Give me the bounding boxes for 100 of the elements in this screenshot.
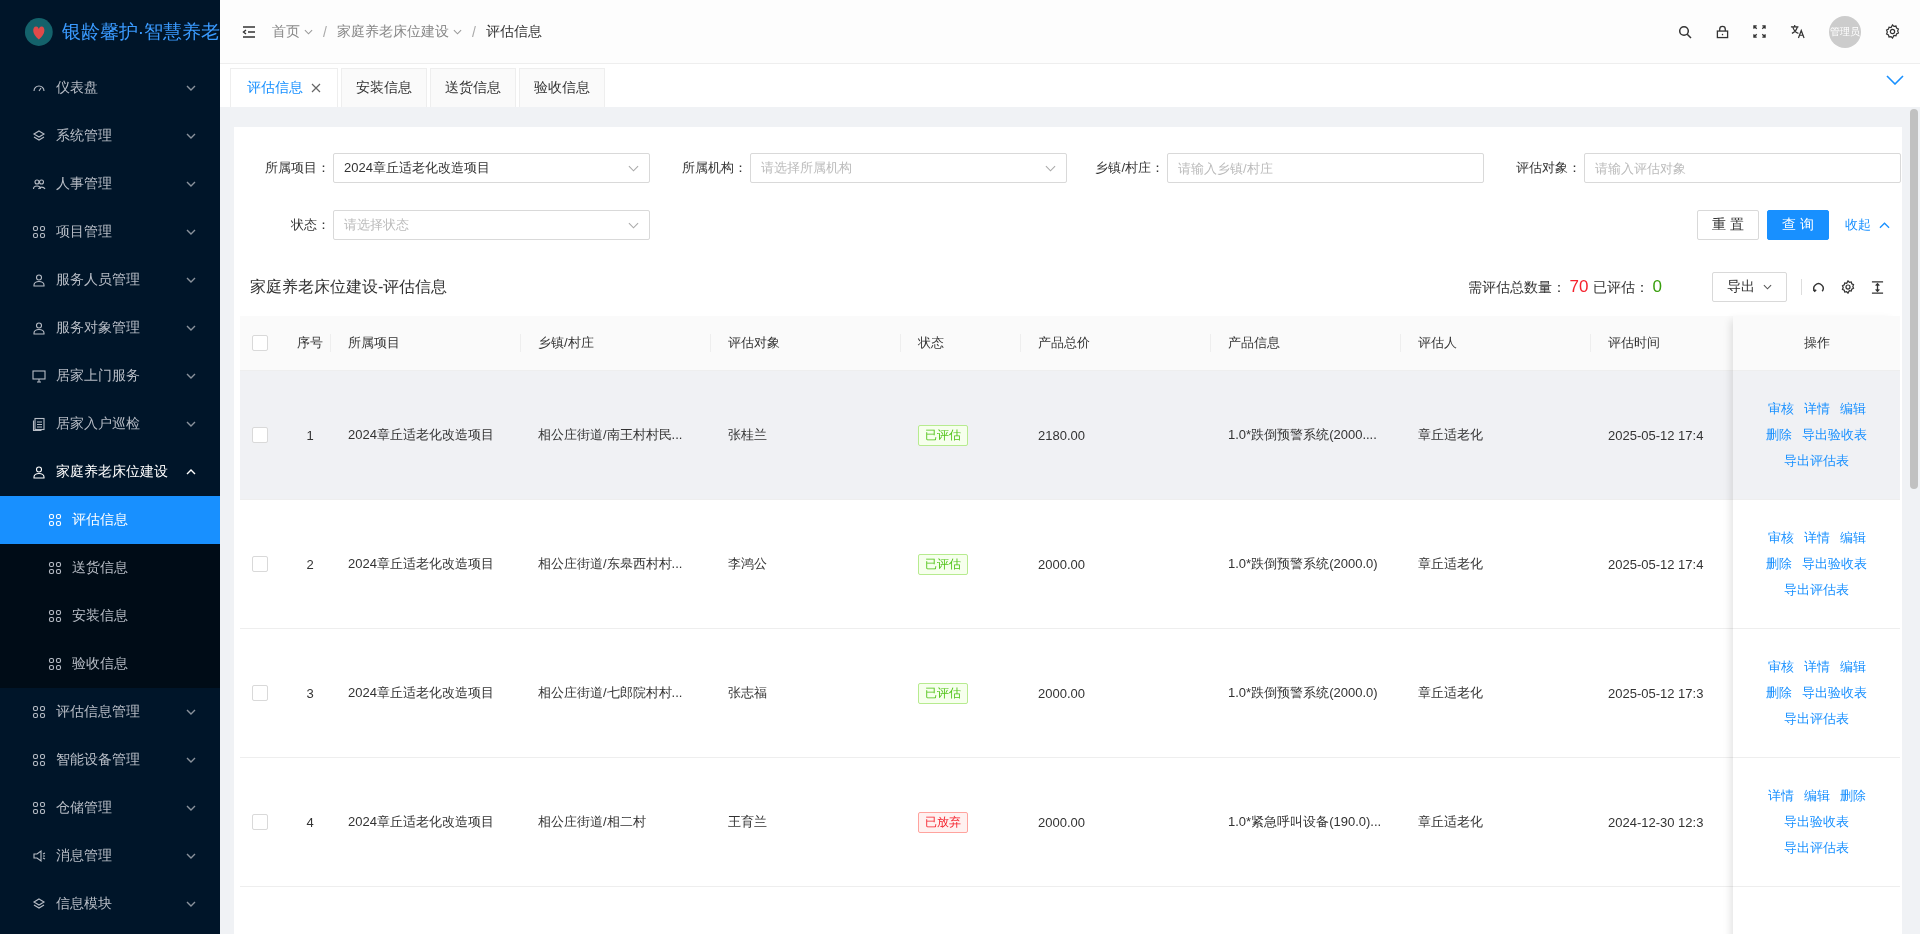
submenu-item[interactable]: 送货信息 [0, 544, 220, 592]
menu-item[interactable]: 消息管理 [0, 832, 220, 880]
action-link[interactable]: 审核 [1767, 400, 1794, 418]
table-cell: 章丘适老化 [1418, 555, 1483, 573]
table-cell: 2000.00 [1038, 814, 1085, 830]
table-cell: 3 [306, 685, 314, 701]
action-link[interactable]: 审核 [1767, 529, 1794, 547]
table-cell: 相公庄街道/七郎院村村... [538, 684, 683, 702]
table-row[interactable]: 1 2024章丘适老化改造项目 相公庄街道/南王村村民... 张桂兰 已评估 2180.00 1.0*跌倒预警系统(2000.... 章丘适老化 2025-05-12 17:4 [240, 371, 1733, 500]
action-link[interactable]: 导出验收表 [1784, 813, 1849, 831]
menu-item[interactable]: 服务人员管理 [0, 256, 220, 304]
breadcrumb-link[interactable]: 首页 [272, 22, 313, 41]
checkbox[interactable] [252, 814, 268, 830]
chevron-down-icon[interactable] [1886, 74, 1904, 85]
menu-item[interactable]: 信息模块 [0, 880, 220, 928]
column-header: 所属项目 [348, 334, 400, 352]
input-field[interactable]: 请输入评估对象 [1584, 153, 1901, 183]
scrollbar-thumb[interactable] [1910, 109, 1918, 489]
menu-item[interactable]: 服务对象管理 [0, 304, 220, 352]
settings-icon[interactable] [1885, 24, 1900, 39]
menu-item[interactable]: 仪表盘 [0, 64, 220, 112]
table-cell: 相公庄街道/南王村村民... [538, 426, 683, 444]
menu-item[interactable]: 居家入户巡检 [0, 400, 220, 448]
breadcrumb-link[interactable]: 家庭养老床位建设 [336, 22, 462, 41]
status-tag: 已评估 [918, 424, 968, 446]
select-field[interactable]: 2024章丘适老化改造项目 [333, 153, 650, 183]
grid-icon [48, 657, 62, 671]
table-cell: 章丘适老化 [1418, 813, 1483, 831]
menu-item[interactable]: 家庭养老床位建设 [0, 448, 220, 496]
chevron-up-icon[interactable] [1879, 221, 1890, 229]
action-link[interactable]: 导出验收表 [1802, 426, 1867, 444]
menu-item[interactable]: 智能设备管理 [0, 736, 220, 784]
action-link[interactable]: 删除 [1766, 555, 1792, 573]
submenu-item[interactable]: 安装信息 [0, 592, 220, 640]
action-link[interactable]: 删除 [1839, 787, 1866, 805]
stat-value: 70 [1569, 277, 1589, 297]
action-link[interactable]: 导出评估表 [1784, 581, 1849, 599]
page-tab[interactable]: 安装信息 [341, 68, 427, 107]
fullscreen-icon[interactable] [1753, 25, 1766, 38]
checkbox[interactable] [252, 427, 268, 443]
table-title: 家庭养老床位建设-评估信息 [250, 276, 448, 297]
status-tag: 已放弃 [918, 811, 968, 833]
chevron-icon [186, 709, 196, 715]
checkbox[interactable] [252, 556, 268, 572]
table-cell: 2180.00 [1038, 427, 1085, 443]
column-header: 状态 [918, 334, 944, 352]
collapse-link[interactable]: 收起 [1845, 216, 1871, 234]
export-button[interactable]: 导出 [1712, 272, 1787, 302]
action-link[interactable]: 编辑 [1839, 658, 1866, 676]
menu-item[interactable]: 居家上门服务 [0, 352, 220, 400]
reset-button[interactable]: 重 置 [1697, 210, 1760, 240]
caret-icon [628, 164, 639, 172]
menu-item[interactable]: 系统管理 [0, 112, 220, 160]
input-field[interactable]: 请输入乡镇/村庄 [1167, 153, 1484, 183]
action-link[interactable]: 导出验收表 [1802, 684, 1867, 702]
page-tab[interactable]: 验收信息 [519, 68, 605, 107]
column-header: 评估时间 [1608, 334, 1660, 352]
checkbox[interactable] [252, 335, 268, 351]
action-link[interactable]: 导出评估表 [1784, 839, 1849, 857]
action-link[interactable]: 编辑 [1839, 529, 1866, 547]
action-link[interactable]: 编辑 [1839, 400, 1866, 418]
search-button[interactable]: 查 询 [1767, 210, 1829, 240]
action-link[interactable]: 编辑 [1803, 787, 1830, 805]
action-link[interactable]: 导出评估表 [1784, 452, 1849, 470]
action-link[interactable]: 详情 [1803, 529, 1830, 547]
page-tab[interactable]: 送货信息 [430, 68, 516, 107]
submenu-item[interactable]: 评估信息 [0, 496, 220, 544]
grid-icon [48, 513, 62, 527]
people-icon [32, 177, 46, 191]
action-link[interactable]: 详情 [1803, 400, 1830, 418]
action-link[interactable]: 导出验收表 [1802, 555, 1867, 573]
page-tab[interactable]: 评估信息 [230, 68, 338, 107]
select-field[interactable]: 请选择状态 [333, 210, 650, 240]
close-icon[interactable] [311, 83, 321, 93]
menu-item[interactable]: 项目管理 [0, 208, 220, 256]
search-icon[interactable] [1678, 24, 1692, 39]
select-field[interactable]: 请选择所属机构 [750, 153, 1067, 183]
grid-icon [32, 801, 46, 815]
action-link[interactable]: 导出评估表 [1784, 710, 1849, 728]
person-icon [32, 273, 46, 287]
menu-item[interactable]: 人事管理 [0, 160, 220, 208]
action-link[interactable]: 审核 [1767, 658, 1794, 676]
action-link[interactable]: 删除 [1766, 684, 1792, 702]
column-header: 评估人 [1418, 334, 1457, 352]
checkbox[interactable] [252, 685, 268, 701]
settings-icon[interactable] [1841, 280, 1855, 294]
lock-icon[interactable] [1716, 24, 1729, 39]
refresh-icon[interactable] [1812, 280, 1825, 294]
action-link[interactable]: 详情 [1767, 787, 1794, 805]
translate-icon[interactable] [1790, 24, 1805, 39]
menu-item[interactable]: 评估信息管理 [0, 688, 220, 736]
submenu-item[interactable]: 验收信息 [0, 640, 220, 688]
table-cell: 2025-05-12 17:3 [1608, 685, 1704, 701]
row-height-icon[interactable] [1871, 280, 1884, 294]
menu-fold-icon[interactable] [242, 25, 256, 38]
menu-item[interactable]: 仓储管理 [0, 784, 220, 832]
action-link[interactable]: 删除 [1766, 426, 1792, 444]
action-link[interactable]: 详情 [1803, 658, 1830, 676]
breadcrumb-link[interactable]: 评估信息 [485, 22, 542, 41]
monitor-icon [32, 369, 46, 383]
